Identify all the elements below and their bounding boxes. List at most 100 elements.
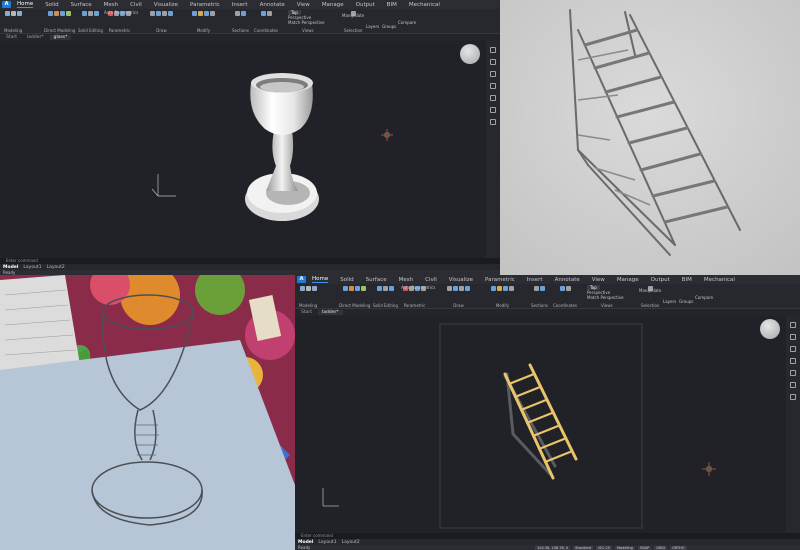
menu-tab-mesh[interactable]: Mesh — [399, 277, 413, 283]
toggle-iso25[interactable]: ISO-25 — [596, 545, 612, 550]
menu-tab-parametric[interactable]: Parametric — [190, 2, 220, 8]
ribbon-group-views[interactable]: Views — [601, 285, 613, 309]
model-viewport[interactable] — [0, 41, 486, 259]
layers-icon[interactable] — [790, 334, 796, 340]
menu-tab-mechanical[interactable]: Mechanical — [409, 2, 440, 8]
menu-tab-civil[interactable]: Civil — [130, 2, 142, 8]
ucs-axis-icon — [322, 488, 339, 507]
menu-tab-manage[interactable]: Manage — [322, 2, 344, 8]
ribbon-group-coordinates[interactable]: Coordinates — [254, 10, 278, 34]
document-tabs: Start ladder* glass* — [0, 34, 500, 41]
doc-tab-ladder[interactable]: ladder* — [318, 310, 343, 315]
auto-parametrics-button[interactable]: Auto Parametrics — [401, 285, 435, 290]
manipulate-button[interactable]: Manipulate — [342, 13, 364, 18]
ribbon-group-views[interactable]: Views — [302, 10, 314, 34]
layout-tab-2[interactable]: Layout2 — [47, 265, 65, 270]
menu-tab-home[interactable]: Home — [312, 276, 329, 283]
toggle-snap[interactable]: SNAP — [637, 545, 652, 550]
menu-tab-mesh[interactable]: Mesh — [104, 2, 118, 8]
doc-tab-glass[interactable]: glass* — [49, 35, 72, 40]
ribbon-group-sections[interactable]: Sections — [531, 285, 548, 309]
menu-tab-annotate[interactable]: Annotate — [555, 277, 580, 283]
doc-tab-start[interactable]: Start — [2, 35, 21, 40]
toggle-grid[interactable]: GRID — [654, 545, 668, 550]
function-icon[interactable] — [490, 107, 496, 113]
ribbon-group-direct-modeling[interactable]: Direct Modeling — [44, 10, 75, 34]
compare-button[interactable]: Compare — [398, 20, 416, 25]
ribbon-group-modeling[interactable]: Modeling — [4, 10, 22, 34]
app-logo-icon[interactable]: A — [297, 276, 306, 283]
menu-tab-surface[interactable]: Surface — [366, 277, 387, 283]
layout-tab-2[interactable]: Layout2 — [342, 540, 360, 545]
menu-tab-home[interactable]: Home — [17, 1, 34, 8]
app-logo-icon[interactable]: A — [2, 1, 11, 8]
layers-button[interactable]: Layers — [366, 24, 379, 29]
menu-tab-bim[interactable]: BIM — [682, 277, 692, 283]
menu-tab-insert[interactable]: Insert — [232, 2, 248, 8]
menu-tab-annotate[interactable]: Annotate — [260, 2, 285, 8]
ribbon-group-modify[interactable]: Modify — [192, 10, 215, 34]
layout-tab-1[interactable]: Layout1 — [23, 265, 41, 270]
ribbon-group-solid-editing[interactable]: Solid Editing — [373, 285, 398, 309]
layout-tab-model[interactable]: Model — [298, 540, 313, 545]
attach-icon[interactable] — [490, 95, 496, 101]
groups-button[interactable]: Groups — [679, 299, 693, 304]
attach-icon[interactable] — [790, 370, 796, 376]
menu-tab-view[interactable]: View — [592, 277, 605, 283]
lightbulb-icon[interactable] — [490, 47, 496, 53]
ribbon-group-sections[interactable]: Sections — [232, 10, 249, 34]
ribbon-group-modify[interactable]: Modify — [491, 285, 514, 309]
glass-model — [151, 73, 393, 221]
navigation-sphere-icon[interactable] — [460, 44, 480, 64]
model-viewport-2[interactable] — [295, 316, 786, 534]
function-icon[interactable] — [790, 382, 796, 388]
ribbon-group-direct-modeling[interactable]: Direct Modeling — [339, 285, 370, 309]
menu-tab-view[interactable]: View — [297, 2, 310, 8]
menu-tab-insert[interactable]: Insert — [527, 277, 543, 283]
menu-tab-output[interactable]: Output — [356, 2, 375, 8]
doc-tab-ladder[interactable]: ladder* — [23, 35, 48, 40]
properties-icon[interactable] — [490, 71, 496, 77]
drawing-explorer-icon[interactable] — [790, 358, 796, 364]
menu-tab-solid[interactable]: Solid — [340, 277, 353, 283]
toggle-modeling[interactable]: Modeling — [614, 545, 635, 550]
menu-tab-visualize[interactable]: Visualize — [154, 2, 178, 8]
navigation-sphere-icon[interactable] — [760, 319, 780, 339]
library-icon[interactable] — [490, 119, 496, 125]
toggle-ortho[interactable]: ORTHO — [670, 545, 687, 550]
manipulate-button[interactable]: Manipulate — [639, 288, 661, 293]
lightbulb-icon[interactable] — [790, 322, 796, 328]
properties-icon[interactable] — [790, 346, 796, 352]
menu-tab-solid[interactable]: Solid — [45, 2, 58, 8]
menu-tab-parametric[interactable]: Parametric — [485, 277, 515, 283]
ribbon-group-draw[interactable]: Draw — [447, 285, 470, 309]
ribbon-group-coordinates[interactable]: Coordinates — [553, 285, 577, 309]
groups-button[interactable]: Groups — [382, 24, 396, 29]
toggle-standard[interactable]: Standard — [573, 545, 594, 550]
library-icon[interactable] — [790, 394, 796, 400]
menu-tab-manage[interactable]: Manage — [617, 277, 639, 283]
layout-tab-model[interactable]: Model — [3, 265, 18, 270]
ucs-axis-icon — [151, 174, 176, 197]
menu-tab-surface[interactable]: Surface — [71, 2, 92, 8]
layout-tab-1[interactable]: Layout1 — [318, 540, 336, 545]
layers-button[interactable]: Layers — [663, 299, 676, 304]
drawing-explorer-icon[interactable] — [490, 83, 496, 89]
status-coords: 104.36, 108.76, 0 — [535, 545, 571, 550]
ribbon-group-modeling[interactable]: Modeling — [299, 285, 317, 309]
menu-tab-mechanical[interactable]: Mechanical — [704, 277, 735, 283]
menu-tab-visualize[interactable]: Visualize — [449, 277, 473, 283]
auto-parametrics-button[interactable]: Auto Parametrics — [104, 10, 138, 15]
cursor-crosshair-icon — [381, 129, 393, 141]
layers-icon[interactable] — [490, 59, 496, 65]
right-toolbar — [486, 41, 500, 259]
menu-tab-civil[interactable]: Civil — [425, 277, 437, 283]
doc-tab-start[interactable]: Start — [297, 310, 316, 315]
menu-tab-output[interactable]: Output — [651, 277, 670, 283]
menu-tab-bim[interactable]: BIM — [387, 2, 397, 8]
ribbon-group-solid-editing[interactable]: Solid Editing — [78, 10, 103, 34]
ribbon-group-draw[interactable]: Draw — [150, 10, 173, 34]
compare-button[interactable]: Compare — [695, 295, 713, 300]
document-tabs-2: Start ladder* — [295, 309, 800, 316]
photo-ladder-sketch — [500, 0, 800, 275]
